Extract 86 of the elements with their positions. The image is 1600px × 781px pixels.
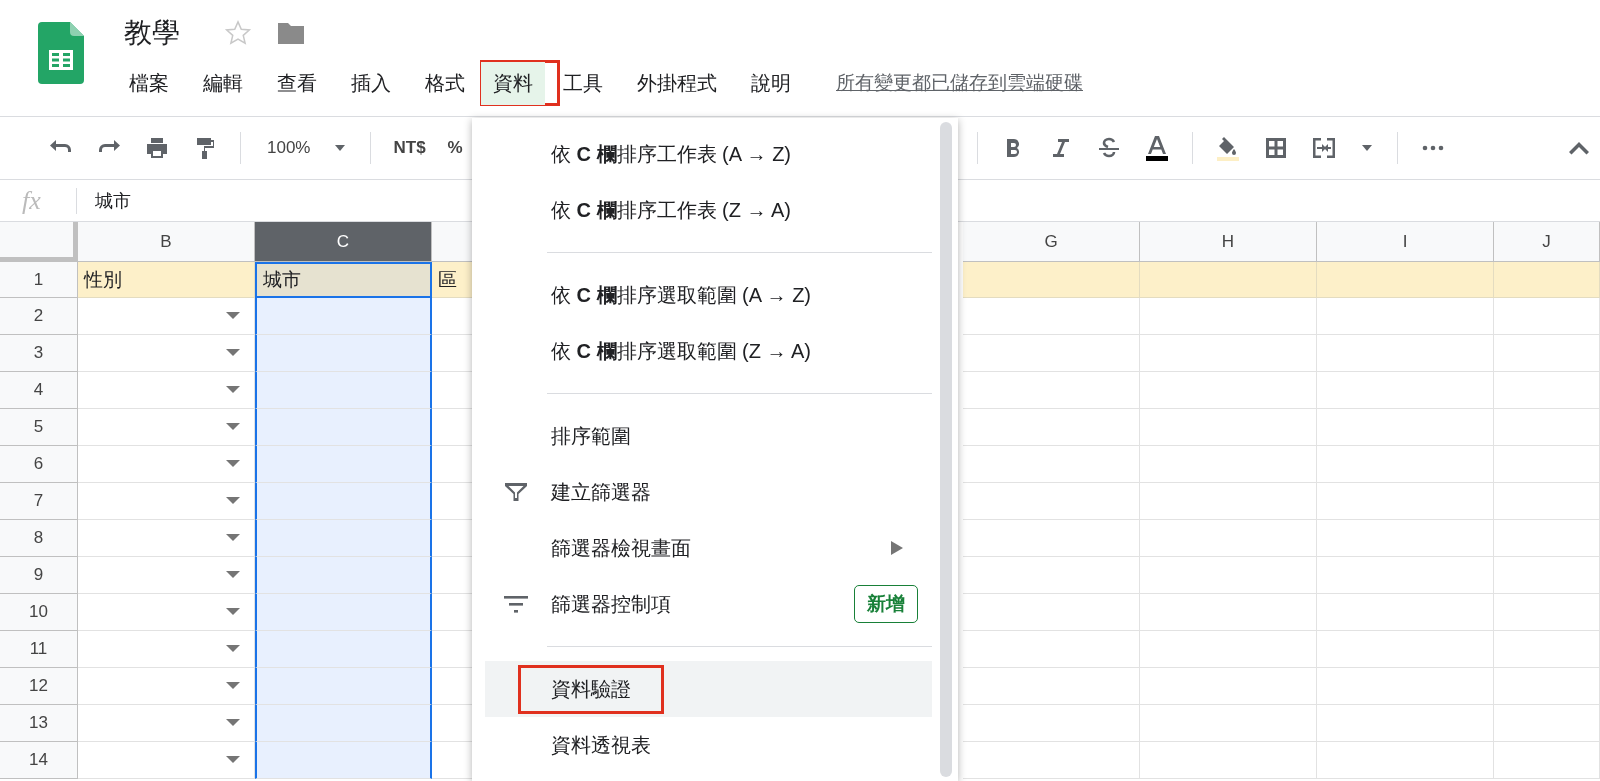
scrollbar-thumb[interactable] bbox=[940, 122, 952, 777]
row-header[interactable]: 3 bbox=[0, 335, 78, 372]
column-header[interactable]: G bbox=[963, 222, 1140, 262]
filter-list-icon[interactable] bbox=[503, 594, 529, 614]
row-header[interactable]: 12 bbox=[0, 668, 78, 705]
dropdown-arrow-icon[interactable] bbox=[226, 645, 240, 653]
table-cell[interactable] bbox=[255, 594, 432, 631]
folder-icon[interactable] bbox=[276, 20, 306, 46]
table-cell[interactable] bbox=[255, 742, 432, 779]
new-badge: 新增 bbox=[854, 585, 918, 623]
zoom-dropdown[interactable]: 100% bbox=[267, 138, 311, 158]
dropdown-arrow-icon[interactable] bbox=[226, 312, 240, 320]
menu-item[interactable]: 資料驗證 bbox=[485, 661, 932, 717]
column-header[interactable]: J bbox=[1494, 222, 1600, 262]
menu-bar-item[interactable]: 查看 bbox=[264, 60, 330, 106]
column-header[interactable]: B bbox=[78, 222, 255, 262]
formula-label: fx bbox=[21, 185, 42, 216]
menu-bar-item[interactable]: 格式 bbox=[412, 60, 478, 106]
currency-format-button[interactable]: NT$ bbox=[393, 138, 426, 158]
row-header[interactable]: 10 bbox=[0, 594, 78, 631]
menu-bar-item[interactable]: 編輯 bbox=[190, 60, 256, 106]
table-cell[interactable] bbox=[255, 483, 432, 520]
menu-bar-item[interactable]: 插入 bbox=[338, 60, 404, 106]
row-header[interactable]: 14 bbox=[0, 742, 78, 779]
print-icon[interactable] bbox=[144, 135, 170, 161]
row-header[interactable]: 8 bbox=[0, 520, 78, 557]
dropdown-arrow-icon[interactable] bbox=[226, 497, 240, 505]
dropdown-arrow-icon[interactable] bbox=[226, 423, 240, 431]
dropdown-arrow-icon[interactable] bbox=[226, 386, 240, 394]
table-cell[interactable] bbox=[255, 557, 432, 594]
star-icon[interactable] bbox=[224, 19, 252, 47]
menu-item[interactable]: 資料透視表 bbox=[485, 717, 932, 773]
filter-icon[interactable] bbox=[503, 480, 529, 504]
formula-input[interactable]: 城市 bbox=[95, 188, 131, 213]
menu-bar-item[interactable]: 檔案 bbox=[116, 60, 182, 106]
row-header[interactable]: 4 bbox=[0, 372, 78, 409]
menu-item[interactable]: 依 C 欄排序選取範圍 (Z → A) bbox=[485, 323, 932, 379]
percent-format-button[interactable]: % bbox=[447, 138, 463, 158]
fill-color-icon[interactable] bbox=[1214, 135, 1241, 161]
table-cell[interactable] bbox=[255, 520, 432, 557]
table-cell[interactable] bbox=[255, 705, 432, 742]
dropdown-arrow-icon[interactable] bbox=[226, 719, 240, 727]
column-header[interactable]: H bbox=[1140, 222, 1317, 262]
table-cell[interactable] bbox=[255, 335, 432, 372]
row-header[interactable]: 6 bbox=[0, 446, 78, 483]
row-header[interactable]: 2 bbox=[0, 298, 78, 335]
select-all-corner[interactable] bbox=[0, 222, 78, 262]
row-header[interactable]: 13 bbox=[0, 705, 78, 742]
submenu-arrow-icon[interactable] bbox=[890, 540, 904, 556]
table-cell[interactable] bbox=[255, 372, 432, 409]
column-header[interactable]: I bbox=[1317, 222, 1494, 262]
save-status-link[interactable]: 所有變更都已儲存到雲端硬碟 bbox=[836, 70, 1083, 96]
menu-bar-item[interactable]: 資料 bbox=[480, 60, 560, 106]
column-header[interactable]: C bbox=[255, 222, 432, 262]
table-cell[interactable]: 性別 bbox=[78, 262, 255, 298]
table-cell[interactable] bbox=[255, 446, 432, 483]
table-cell[interactable] bbox=[255, 668, 432, 705]
dropdown-arrow-icon[interactable] bbox=[226, 682, 240, 690]
sheets-logo-icon[interactable] bbox=[38, 22, 84, 84]
table-cell[interactable] bbox=[255, 631, 432, 668]
dropdown-arrow-icon[interactable] bbox=[226, 571, 240, 579]
menu-item[interactable]: 篩選器控制項 新增 bbox=[485, 576, 932, 632]
row-header[interactable]: 5 bbox=[0, 409, 78, 446]
table-cell[interactable] bbox=[255, 409, 432, 446]
menu-item[interactable]: 建立篩選器 bbox=[485, 464, 932, 520]
menu-item[interactable]: 依 C 欄排序工作表 (A → Z) bbox=[485, 126, 932, 182]
menu-item[interactable]: 依 C 欄排序選取範圍 (A → Z) bbox=[485, 267, 932, 323]
row-header[interactable]: 11 bbox=[0, 631, 78, 668]
menu-bar-item[interactable]: 外掛程式 bbox=[624, 60, 730, 106]
menu-item[interactable]: 排序範圍 bbox=[485, 408, 932, 464]
document-title[interactable]: 教學 bbox=[124, 14, 180, 52]
row-header[interactable]: 1 bbox=[0, 262, 78, 298]
table-cell[interactable] bbox=[255, 298, 432, 335]
row-header[interactable]: 9 bbox=[0, 557, 78, 594]
menu-item[interactable]: 依 C 欄排序工作表 (Z → A) bbox=[485, 182, 932, 238]
text-color-icon[interactable] bbox=[1143, 135, 1170, 161]
merge-cells-icon[interactable] bbox=[1310, 135, 1337, 161]
dropdown-arrow-icon[interactable] bbox=[226, 534, 240, 542]
dropdown-arrow-icon[interactable] bbox=[226, 349, 240, 357]
menu-item[interactable]: 篩選器檢視畫面 bbox=[485, 520, 932, 576]
dropdown-arrow-icon[interactable] bbox=[226, 608, 240, 616]
row-header[interactable]: 7 bbox=[0, 483, 78, 520]
dropdown-arrow-icon[interactable] bbox=[226, 460, 240, 468]
table-cell[interactable]: 城市 bbox=[255, 262, 432, 298]
dropdown-arrow-icon[interactable] bbox=[226, 756, 240, 764]
menu-bar-item[interactable]: 說明 bbox=[738, 60, 804, 106]
